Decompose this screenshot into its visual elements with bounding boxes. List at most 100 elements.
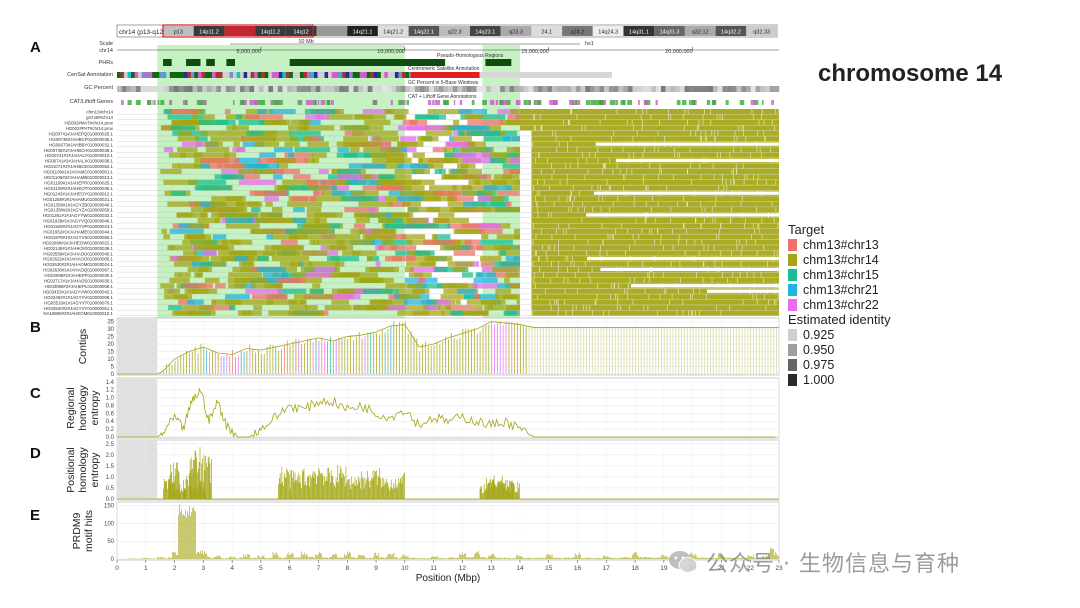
gc-block xyxy=(575,86,581,92)
sample-stripe xyxy=(564,299,566,305)
prdm9-hit-bar xyxy=(307,557,309,559)
sample-stripe xyxy=(551,174,553,180)
positional-entropy-bar xyxy=(179,491,181,499)
prdm9-hit-bar xyxy=(630,557,631,559)
sample-label: HG01071#2#JAHBCE010000052.1 xyxy=(44,164,114,169)
positional-entropy-bar xyxy=(395,488,397,499)
y-tick-label: 0.2 xyxy=(106,427,115,433)
prdm9-hit-bar xyxy=(197,551,198,559)
sample-label: HG03492#1#JAGYYV010000008.1 xyxy=(44,295,114,300)
prdm9-hit-bar xyxy=(184,516,185,559)
sample-stripe xyxy=(739,239,740,245)
positional-entropy-bar xyxy=(288,471,289,499)
contig-bar xyxy=(675,327,677,374)
sample-alignment-block xyxy=(369,266,395,273)
prdm9-hit-bar xyxy=(306,555,308,559)
sample-stripe xyxy=(543,179,545,185)
sample-stripe xyxy=(682,223,684,229)
sample-stripe xyxy=(721,272,723,278)
sample-alignment-block xyxy=(245,114,283,120)
positional-entropy-bar xyxy=(390,479,392,499)
prdm9-hit-bar xyxy=(574,552,576,559)
positional-entropy-bar xyxy=(376,484,378,499)
sample-alignment-block xyxy=(493,174,512,180)
contig-bar xyxy=(692,327,694,374)
identity-legend-swatch xyxy=(788,343,797,356)
sample-label: HG01258#2#JAHAMU010000021.1 xyxy=(43,197,113,202)
gc-block xyxy=(178,86,184,92)
prdm9-hit-bar xyxy=(497,557,498,559)
sample-stripe xyxy=(763,130,765,136)
contig-bar xyxy=(200,343,202,374)
gc-block xyxy=(736,86,742,92)
positional-entropy-bar xyxy=(397,486,399,499)
gc-block xyxy=(287,86,293,92)
gc-block xyxy=(537,86,543,92)
contig-bar xyxy=(591,327,593,374)
sample-stripe xyxy=(549,277,551,283)
sample-alignment-block xyxy=(194,185,232,191)
sample-stripe xyxy=(583,305,584,311)
sample-label: HG00741#2#JAHALX010000038.1 xyxy=(45,159,114,164)
prdm9-hit-bar xyxy=(376,555,378,559)
prdm9-hit-bar xyxy=(600,558,601,559)
prdm9-hit-bar xyxy=(309,557,311,559)
prdm9-hit-bar xyxy=(417,558,419,559)
sample-stripe xyxy=(535,158,537,164)
prdm9-hit-bar xyxy=(589,557,590,559)
sample-stripe xyxy=(748,266,750,273)
contig-bar xyxy=(738,327,740,374)
prdm9-hit-bar xyxy=(243,554,245,559)
sample-alignment-block xyxy=(203,250,217,256)
sample-stripe xyxy=(762,277,764,283)
sample-stripe xyxy=(664,136,666,142)
prdm9-hit-bar xyxy=(613,557,614,559)
sample-stripe xyxy=(702,277,704,283)
positional-entropy-bar xyxy=(340,468,342,499)
gc-block xyxy=(542,86,548,92)
contig-bar xyxy=(626,327,628,374)
prdm9-hit-bar xyxy=(510,558,512,559)
prdm9-hit-bar xyxy=(212,558,213,559)
sample-stripe xyxy=(696,272,697,278)
positional-entropy-bar xyxy=(306,485,307,499)
sample-stripe xyxy=(740,250,742,256)
positional-entropy-bar xyxy=(509,480,510,499)
prdm9-hit-bar xyxy=(633,554,634,559)
gc-block xyxy=(433,86,439,92)
positional-entropy-bar xyxy=(325,476,327,499)
panel-b: 05101520253035Contigs xyxy=(77,317,780,378)
cat-gene xyxy=(655,100,658,105)
positional-entropy-bar xyxy=(307,476,309,499)
x-tick-label: 12 xyxy=(459,565,467,572)
sample-stripe xyxy=(608,310,610,316)
sample-label: NA18906#2#JAHEOM010000010.1 xyxy=(43,311,113,316)
contig-bar xyxy=(508,321,510,374)
gc-block xyxy=(523,86,529,92)
prdm9-hit-bar xyxy=(406,556,408,559)
contig-bar xyxy=(450,333,452,374)
contig-bar xyxy=(476,333,478,374)
y-axis-label: Contigs xyxy=(77,329,89,365)
positional-entropy-bar xyxy=(369,487,371,499)
sample-stripe xyxy=(547,212,549,218)
sample-alignment-block xyxy=(468,179,473,185)
sample-q-arm xyxy=(531,250,779,256)
prdm9-hit-bar xyxy=(662,555,664,559)
positional-entropy-bar xyxy=(202,481,204,499)
contig-bar xyxy=(554,327,556,374)
sample-alignment-block xyxy=(277,288,307,294)
prdm9-hit-bar xyxy=(638,555,639,559)
sample-stripe xyxy=(757,130,759,136)
positional-entropy-bar xyxy=(211,458,212,499)
sample-stripe xyxy=(611,136,612,142)
positional-entropy-bar xyxy=(320,473,322,499)
contig-bar xyxy=(186,350,187,374)
y-tick-label: 0 xyxy=(111,557,115,563)
prdm9-hit-bar xyxy=(196,554,197,559)
sample-alignment-block xyxy=(514,207,520,213)
prdm9-hit-bar xyxy=(612,557,613,559)
sample-stripe xyxy=(577,163,579,169)
gc-block xyxy=(566,86,572,92)
sample-stripe xyxy=(720,223,722,229)
